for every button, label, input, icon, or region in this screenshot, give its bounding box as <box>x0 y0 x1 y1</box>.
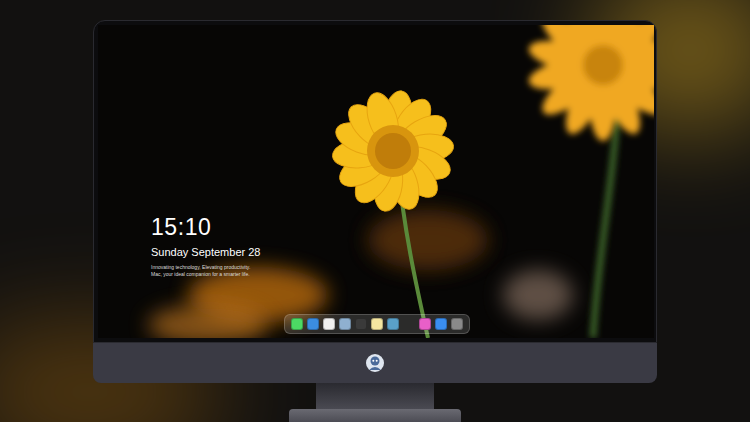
dock-app-icon[interactable] <box>307 318 319 330</box>
dock-app-icon[interactable] <box>339 318 351 330</box>
screen: 15:10 Sunday September 28 Innovating techn… <box>98 25 654 338</box>
page: 15:10 Sunday September 28 Innovating techn… <box>0 0 750 422</box>
monitor-chin <box>93 343 657 383</box>
brand-logo-icon <box>365 353 385 373</box>
date: Sunday September 28 <box>151 245 261 259</box>
monitor: 15:10 Sunday September 28 Innovating techn… <box>93 20 657 422</box>
clock: 15:10 <box>151 213 261 241</box>
dock-app-icon[interactable] <box>451 318 463 330</box>
flower-wallpaper <box>98 25 654 338</box>
lock-screen-info: 15:10 Sunday September 28 Innovating techn… <box>151 213 261 278</box>
monitor-neck <box>316 383 434 409</box>
dock-app-icon[interactable] <box>323 318 335 330</box>
dock <box>284 314 470 334</box>
dock-app-icon[interactable] <box>355 318 367 330</box>
monitor-base <box>289 409 461 422</box>
dock-app-icon[interactable] <box>291 318 303 330</box>
monitor-bezel: 15:10 Sunday September 28 Innovating techn… <box>93 20 657 343</box>
dock-app-icon[interactable] <box>419 318 431 330</box>
dock-app-icon[interactable] <box>387 318 399 330</box>
dock-app-icon[interactable] <box>371 318 383 330</box>
dock-app-icon[interactable] <box>435 318 447 330</box>
tagline: Innovating technology, Elevating product… <box>151 264 261 278</box>
